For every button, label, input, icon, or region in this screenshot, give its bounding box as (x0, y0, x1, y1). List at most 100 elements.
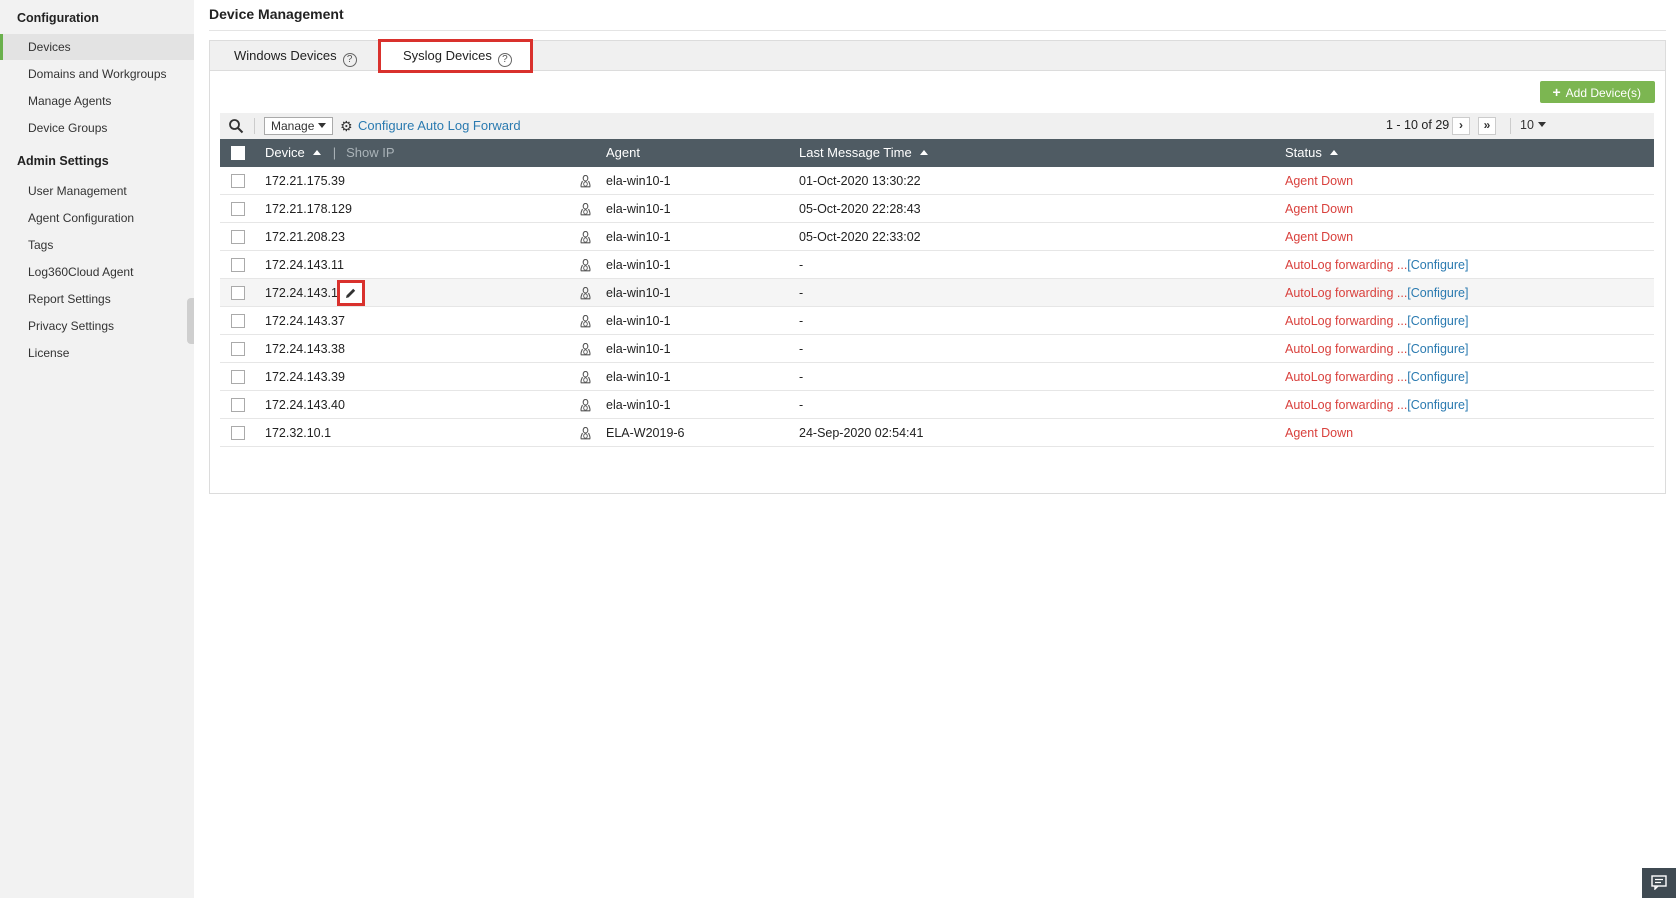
last-message-cell: 24-Sep-2020 02:54:41 (799, 426, 924, 440)
pagination-range: 1 - 10 of 29 (1386, 118, 1450, 132)
device-cell[interactable]: 172.24.143.39 (265, 363, 345, 391)
row-checkbox[interactable] (231, 286, 245, 300)
configure-auto-log-forward-link[interactable]: Configure Auto Log Forward (358, 118, 521, 133)
device-cell[interactable]: 172.24.143.18 (265, 279, 345, 307)
status-cell: AutoLog forwarding ...[Configure] (1285, 335, 1468, 363)
device-cell[interactable]: 172.24.143.38 (265, 335, 345, 363)
status-cell: AutoLog forwarding ...[Configure] (1285, 251, 1468, 279)
next-page-button[interactable]: › (1452, 117, 1470, 135)
row-checkbox[interactable] (231, 202, 245, 216)
table-row[interactable]: 172.24.143.18 ela-win10-1 - AutoLog forward… (220, 279, 1654, 307)
last-message-cell: - (799, 370, 804, 384)
sidebar-section-admin-settings: Admin Settings (17, 154, 109, 168)
row-checkbox[interactable] (231, 314, 245, 328)
select-all-checkbox[interactable] (231, 146, 245, 160)
table-header: Device | Show IP Agent Last Message Time S… (220, 139, 1654, 167)
device-cell[interactable]: 172.21.178.129 (265, 195, 352, 223)
status-badge: AutoLog forwarding ... (1285, 258, 1408, 272)
sidebar-item-user-management[interactable]: User Management (0, 178, 194, 204)
device-cell[interactable]: 172.24.143.40 (265, 391, 345, 419)
linux-icon (580, 315, 591, 328)
row-checkbox[interactable] (231, 398, 245, 412)
add-devices-button[interactable]: + Add Device(s) (1540, 81, 1655, 103)
device-panel: Windows Devices? Syslog Devices? + Add De… (209, 39, 1666, 494)
row-checkbox[interactable] (231, 342, 245, 356)
row-checkbox[interactable] (231, 230, 245, 244)
table-toolbar: Manage ⚙ Configure Auto Log Forward 1 - … (220, 113, 1654, 139)
search-icon[interactable] (228, 118, 244, 134)
linux-icon (580, 203, 591, 216)
column-last-message-label: Last Message Time (799, 145, 912, 160)
show-ip-toggle[interactable]: Show IP (346, 145, 394, 160)
table-row[interactable]: 172.24.143.37 ela-win10-1 - AutoLog forward… (220, 307, 1654, 335)
table-row[interactable]: 172.32.10.1 ELA-W2019-6 24-Sep-2020 02:54:… (220, 419, 1654, 447)
table-row[interactable]: 172.21.208.23 ela-win10-1 05-Oct-2020 22:3… (220, 223, 1654, 251)
table-row[interactable]: 172.24.143.40 ela-win10-1 - AutoLog forward… (220, 391, 1654, 419)
table-body: 172.21.175.39 ela-win10-1 01-Oct-2020 13:3… (220, 167, 1654, 447)
sidebar-item-privacy-settings[interactable]: Privacy Settings (0, 313, 194, 339)
sidebar-section-configuration: Configuration (17, 11, 99, 25)
tab-windows-devices[interactable]: Windows Devices? (234, 41, 357, 71)
sidebar-item-license[interactable]: License (0, 340, 194, 366)
table-row[interactable]: 172.24.143.39 ela-win10-1 - AutoLog forward… (220, 363, 1654, 391)
sidebar: Configuration Devices Domains and Workgr… (0, 0, 194, 898)
chat-button[interactable] (1642, 868, 1676, 898)
sidebar-item-report-settings[interactable]: Report Settings (0, 286, 194, 312)
row-checkbox[interactable] (231, 258, 245, 272)
status-cell: AutoLog forwarding ...[Configure] (1285, 279, 1468, 307)
device-cell[interactable]: 172.32.10.1 (265, 419, 331, 447)
row-checkbox[interactable] (231, 174, 245, 188)
manage-label: Manage (271, 119, 315, 133)
device-cell[interactable]: 172.24.143.11 (265, 251, 344, 279)
sidebar-item-domains-and-workgroups[interactable]: Domains and Workgroups (0, 61, 194, 87)
sidebar-item-devices[interactable]: Devices (0, 34, 194, 60)
gear-icon: ⚙ (340, 118, 353, 134)
last-message-cell: - (799, 342, 804, 356)
sidebar-item-log360cloud-agent[interactable]: Log360Cloud Agent (0, 259, 194, 285)
row-checkbox[interactable] (231, 370, 245, 384)
last-message-cell: 05-Oct-2020 22:33:02 (799, 230, 921, 244)
configure-link[interactable]: [Configure] (1407, 342, 1468, 356)
configure-link[interactable]: [Configure] (1407, 314, 1468, 328)
table-row[interactable]: 172.24.143.11 ela-win10-1 - AutoLog forward… (220, 251, 1654, 279)
status-cell: AutoLog forwarding ...[Configure] (1285, 391, 1468, 419)
sidebar-item-device-groups[interactable]: Device Groups (0, 115, 194, 141)
help-icon[interactable]: ? (342, 53, 357, 67)
tab-syslog-devices[interactable]: Syslog Devices? (378, 39, 533, 73)
device-cell[interactable]: 172.21.208.23 (265, 223, 345, 251)
last-message-cell: - (799, 258, 804, 272)
per-page-dropdown[interactable]: 10 (1520, 118, 1546, 132)
column-status[interactable]: Status (1285, 139, 1338, 167)
table-row[interactable]: 172.24.143.38 ela-win10-1 - AutoLog forward… (220, 335, 1654, 363)
column-device[interactable]: Device | Show IP (265, 139, 395, 167)
row-checkbox[interactable] (231, 426, 245, 440)
status-badge: Agent Down (1285, 426, 1354, 440)
last-page-button[interactable]: » (1478, 117, 1496, 135)
column-last-message-time[interactable]: Last Message Time (799, 139, 928, 167)
chevron-down-icon (318, 123, 327, 128)
sort-asc-icon (1329, 150, 1338, 155)
configure-link[interactable]: [Configure] (1407, 370, 1468, 384)
configure-link[interactable]: [Configure] (1407, 258, 1468, 272)
manage-dropdown[interactable]: Manage (264, 117, 334, 135)
table-row[interactable]: 172.21.175.39 ela-win10-1 01-Oct-2020 13:3… (220, 167, 1654, 195)
agent-cell: ela-win10-1 (606, 230, 671, 244)
linux-icon (580, 287, 591, 300)
device-cell[interactable]: 172.24.143.37 (265, 307, 345, 335)
configure-link[interactable]: [Configure] (1407, 286, 1468, 300)
status-badge: AutoLog forwarding ... (1285, 286, 1408, 300)
help-icon[interactable]: ? (497, 53, 512, 67)
sidebar-item-tags[interactable]: Tags (0, 232, 194, 258)
configure-link[interactable]: [Configure] (1407, 398, 1468, 412)
device-cell[interactable]: 172.21.175.39 (265, 167, 345, 195)
sidebar-item-manage-agents[interactable]: Manage Agents (0, 88, 194, 114)
status-cell: AutoLog forwarding ...[Configure] (1285, 307, 1468, 335)
status-badge: AutoLog forwarding ... (1285, 342, 1408, 356)
sidebar-collapse-handle[interactable] (187, 298, 194, 344)
table-row[interactable]: 172.21.178.129 ela-win10-1 05-Oct-2020 22:… (220, 195, 1654, 223)
tab-syslog-label: Syslog Devices (403, 48, 492, 63)
sidebar-item-agent-configuration[interactable]: Agent Configuration (0, 205, 194, 231)
status-badge: AutoLog forwarding ... (1285, 370, 1408, 384)
edit-icon[interactable] (337, 280, 365, 306)
column-agent[interactable]: Agent (606, 139, 640, 167)
